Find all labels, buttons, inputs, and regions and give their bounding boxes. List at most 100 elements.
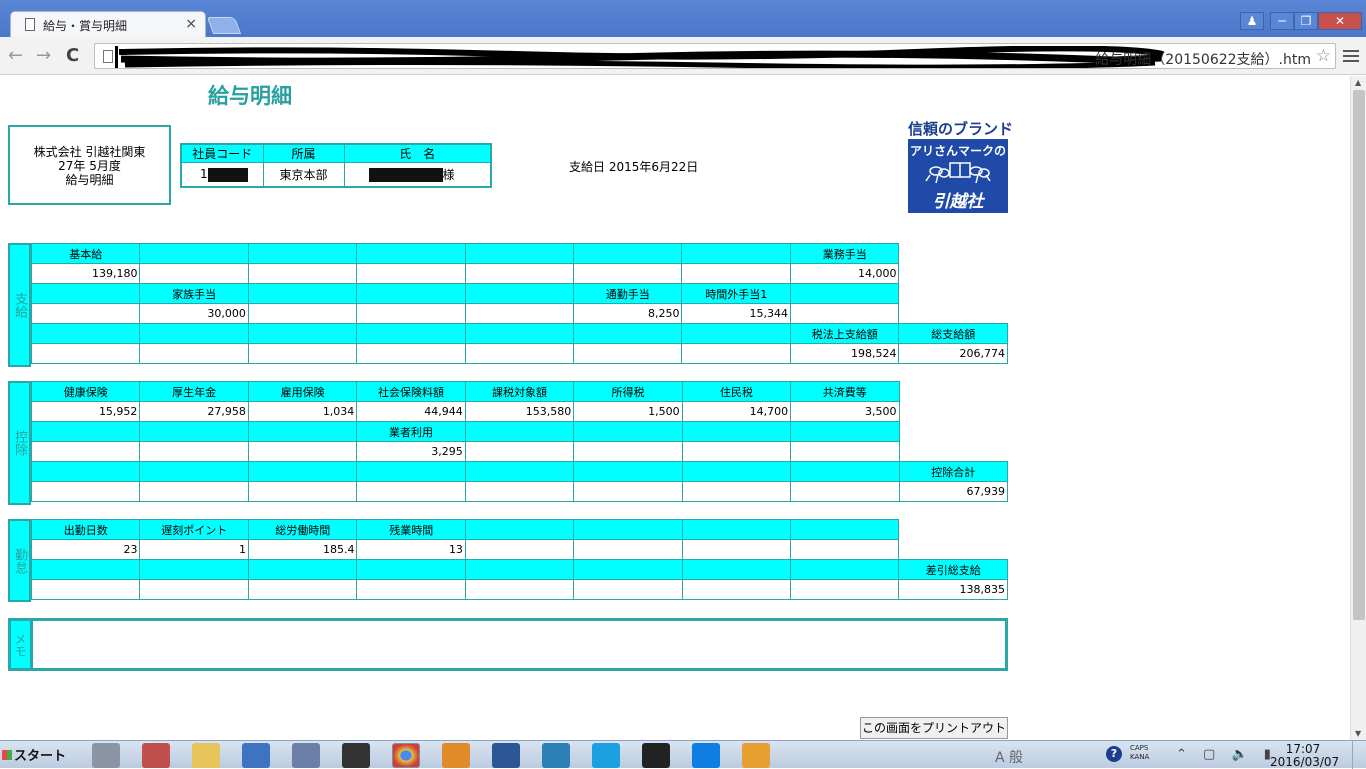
page-favicon-icon [25,18,35,31]
payments-header-cell [464,323,575,344]
attendance-value-cell [790,539,900,560]
attendance-header-cell [681,519,792,540]
taskbar-folder-icon[interactable] [192,743,220,768]
attendance-blank-cell [899,540,1008,560]
deductions-value-cell [139,441,249,462]
deductions-value-cell [681,481,792,502]
vertical-scrollbar[interactable]: ▲ ▼ [1350,76,1366,740]
payments-value-cell [464,263,575,284]
taskbar-network-icon[interactable] [542,743,570,768]
menu-hamburger-icon[interactable] [1343,47,1359,65]
attendance-value-cell [247,579,358,600]
clock-date: 2016/03/07 [1270,755,1340,769]
taskbar-chrome-icon[interactable] [392,743,420,768]
payments-header-cell: 基本給 [30,243,141,264]
deductions-value-cell [247,441,358,462]
taskbar-word-icon[interactable] [492,743,520,768]
payments-row: 30,000 8,250 15,344 [30,303,1008,324]
scroll-up-arrow-icon[interactable]: ▲ [1355,78,1361,87]
payments-header-cell [464,283,575,304]
page-icon [103,50,113,63]
attendance-table: 出勤日数 遅刻ポイント 総労働時間 残業時間 23 1 185.4 13 差引総支給 138,83… [30,519,1008,600]
tab-close-icon[interactable]: × [185,16,197,32]
company-info-box: 株式会社 引越社関東 27年 5月度 給与明細 [8,125,171,205]
bookmark-star-icon[interactable]: ☆ [1316,46,1331,66]
start-button[interactable]: スタート [2,745,66,767]
attendance-header-cell [790,519,900,540]
system-tray-icons[interactable]: ⌃ ▢ 🔈 ▮ [1176,747,1277,762]
employee-info-table: 社員コード 所属 氏 名 1 東京本部 様 [180,143,492,188]
deductions-header-cell [573,461,683,482]
deductions-value-cell: 1,500 [573,401,683,422]
payments-header-cell [139,323,249,344]
deductions-header-cell: 業者利用 [356,421,466,442]
attendance-row: 出勤日数 遅刻ポイント 総労働時間 残業時間 [30,519,1008,540]
deductions-value-cell [790,441,900,462]
clock[interactable]: 17:07 2016/03/07 [1270,743,1340,769]
taskbar-outlook-icon[interactable] [742,743,770,768]
new-tab-button[interactable] [206,17,242,34]
taskbar-people-icon[interactable] [292,743,320,768]
deductions-value-cell [681,441,792,462]
close-window-button[interactable]: ✕ [1318,12,1362,30]
header-department: 所属 [262,143,345,163]
taskbar-tools-icon[interactable] [142,743,170,768]
forward-arrow-icon[interactable]: → [36,45,51,66]
attendance-section: 勤怠 出勤日数 遅刻ポイント 総労働時間 残業時間 23 1 185.4 13 差引総支給 138… [8,519,1008,602]
payments-header-cell [789,283,900,304]
payments-value-cell: 30,000 [139,303,249,324]
caps-label: CAPS [1130,744,1149,752]
attendance-value-cell [30,579,141,600]
taskbar-signal-icon[interactable] [242,743,270,768]
windows-taskbar: スタート A 般 ? CAPS KANA ⌃ ▢ 🔈 ▮ 17:07 2016/… [0,740,1366,769]
deductions-value-cell [30,481,141,502]
tab-title: 給与・賞与明細 [43,19,128,33]
payments-row: 198,524 206,774 [30,343,1008,364]
payments-row: 税法上支給額 総支給額 [30,323,1008,344]
back-arrow-icon[interactable]: ← [8,45,23,66]
browser-tab[interactable]: 給与・賞与明細 × [10,11,206,38]
deductions-header-cell [681,421,792,442]
deductions-header-cell: 雇用保険 [247,381,358,402]
kana-label: KANA [1130,753,1150,761]
taskbar-ie-icon[interactable] [592,743,620,768]
user-profile-icon[interactable]: ♟ [1240,12,1264,30]
deductions-header-cell: 共済費等 [790,381,900,402]
help-icon[interactable]: ? [1106,746,1122,762]
attendance-header-cell [573,559,683,580]
scroll-down-arrow-icon[interactable]: ▼ [1355,729,1361,738]
payments-row: 基本給 業務手当 [30,243,1008,264]
show-desktop-button[interactable] [1352,741,1366,769]
scroll-thumb[interactable] [1353,90,1365,620]
deductions-row: 3,295 [30,441,1008,462]
employee-code-cell: 1 [180,162,264,187]
attendance-value-cell [464,539,575,560]
attendance-value-cell [790,579,900,600]
deductions-value-cell: 67,939 [898,481,1009,502]
payments-value-cell [139,343,249,364]
logo-text-line2: 引越社 [932,192,984,212]
taskbar-computer-icon[interactable] [92,743,120,768]
taskbar-printer-icon[interactable] [342,743,370,768]
payments-blank-cell [899,244,1008,264]
payments-value-cell: 206,774 [898,343,1008,364]
deductions-section: 控除 健康保険 厚生年金 雇用保険 社会保険料額 課税対象額 所得税 住民税 共済費等 15,9… [8,381,1009,505]
attendance-blank-cell [899,520,1008,540]
company-name: 株式会社 引越社関東 [33,145,146,159]
reload-icon[interactable]: C [66,45,79,66]
taskbar-amazon-icon[interactable] [642,743,670,768]
restore-button[interactable]: ❐ [1294,12,1318,30]
minimize-button[interactable]: ─ [1270,12,1294,30]
payments-header-cell: 総支給額 [898,323,1008,344]
attendance-value-cell: 1 [139,539,249,560]
brand-caption: 信頼のブランド [908,120,1014,138]
attendance-value-cell [681,579,792,600]
taskbar-media-icon[interactable] [442,743,470,768]
print-button[interactable]: この画面をプリントアウト [860,717,1008,739]
address-bar[interactable]: 給与明細（20150622支給）.htm ☆ [94,43,1336,69]
deductions-header-cell [30,461,141,482]
attendance-row: 23 1 185.4 13 [30,539,1008,560]
ime-indicator[interactable]: A 般 [995,747,1023,767]
deductions-header-cell [464,421,575,442]
taskbar-dropbox-icon[interactable] [692,743,720,768]
